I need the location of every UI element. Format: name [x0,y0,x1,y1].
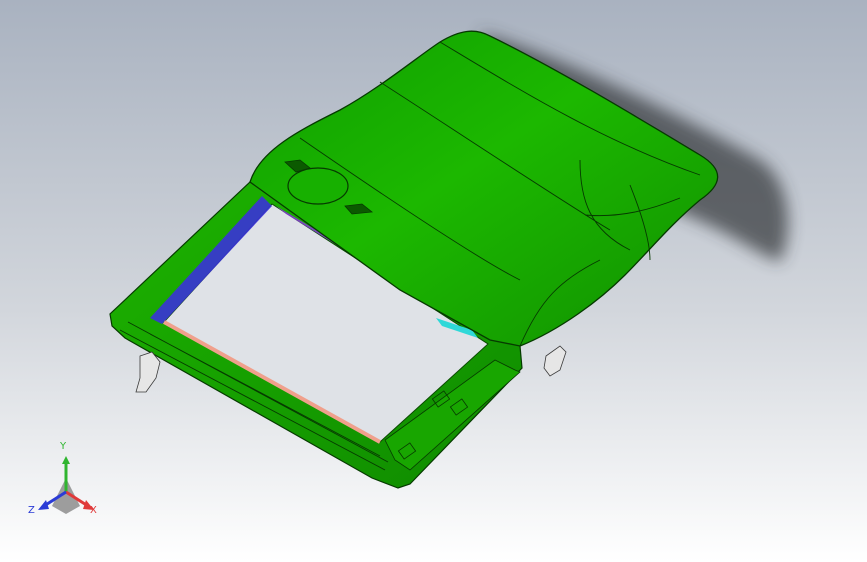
orientation-triad: Y X Z [24,442,108,522]
door-handle[interactable] [287,167,349,205]
car-door-3d-model[interactable] [0,0,867,562]
y-axis-label: Y [60,441,67,452]
x-axis-label: X [90,505,97,516]
hinge-left [135,351,161,393]
cad-graphics-viewport[interactable]: Y X Z [0,0,867,562]
hinge-right [543,345,567,377]
y-axis-arrow [62,456,70,464]
z-axis-label: Z [28,505,35,516]
z-axis-arrow [38,500,49,510]
